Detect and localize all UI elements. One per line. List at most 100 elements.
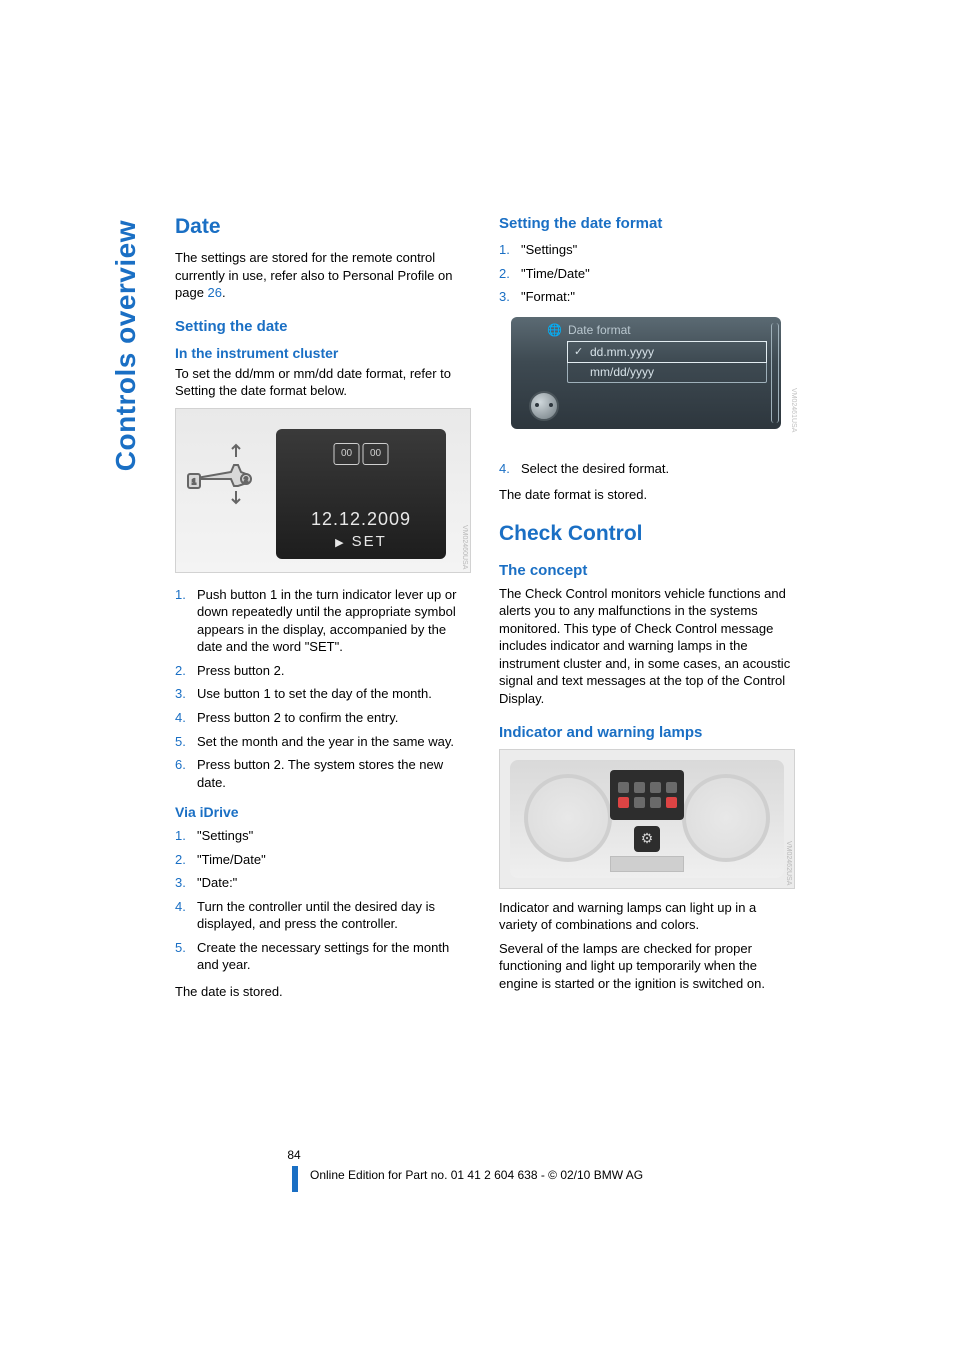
lamps-paragraph-1: Indicator and warning lamps can light up… bbox=[499, 899, 795, 934]
idrive-title-text: Date format bbox=[568, 323, 631, 337]
gauge-left-icon bbox=[524, 774, 612, 862]
idrive-screen-title: 🌐 Date format bbox=[547, 323, 631, 337]
gauge-right-icon bbox=[682, 774, 770, 862]
heading-date: Date bbox=[175, 215, 471, 239]
svg-text:1: 1 bbox=[192, 479, 196, 486]
warning-lamp-icon bbox=[666, 797, 677, 808]
steps-instrument-cluster: 1. Push button 1 in the turn indicator le… bbox=[175, 583, 471, 794]
step-number: 4. bbox=[499, 460, 510, 478]
figure-idrive-date-format: 🌐 Date format ✓ dd.mm.yyyy mm/dd/yyyy bbox=[499, 317, 795, 447]
heading-setting-date-format: Setting the date format bbox=[499, 215, 795, 232]
turn-signal-stalk-icon: 1 2 bbox=[186, 449, 266, 499]
step-text: Push button 1 in the turn indicator leve… bbox=[197, 587, 456, 655]
step-number: 1. bbox=[499, 241, 510, 259]
list-item: 6. Press button 2. The system stores the … bbox=[175, 753, 471, 794]
engine-warning-icon: ⚙ bbox=[634, 826, 660, 852]
list-item: 3. Use button 1 to set the day of the mon… bbox=[175, 682, 471, 706]
heading-indicator-lamps: Indicator and warning lamps bbox=[499, 724, 795, 741]
step-number: 1. bbox=[175, 586, 186, 604]
intro-text-post: . bbox=[222, 285, 226, 300]
step-number: 5. bbox=[175, 733, 186, 751]
step-text: Turn the controller until the desired da… bbox=[197, 899, 435, 932]
display-icon-left: 00 bbox=[334, 443, 360, 465]
idrive-option-text: mm/dd/yyyy bbox=[590, 365, 654, 379]
display-set-label: SET bbox=[352, 533, 387, 550]
step-number: 4. bbox=[175, 898, 186, 916]
warning-lamp-icon bbox=[650, 782, 661, 793]
step-number: 6. bbox=[175, 756, 186, 774]
heading-the-concept: The concept bbox=[499, 562, 795, 579]
step-number: 2. bbox=[175, 662, 186, 680]
warning-lamp-panel bbox=[610, 770, 684, 820]
step-text: "Format:" bbox=[521, 289, 575, 304]
figure-warning-lamps: ⚙ VM02462USA bbox=[499, 749, 795, 889]
list-item: 1. "Settings" bbox=[175, 824, 471, 848]
idrive-controller-icon bbox=[529, 391, 559, 421]
cluster-display: 00 00 12.12.2009 ▶SET bbox=[276, 429, 446, 559]
step-text: "Settings" bbox=[197, 828, 253, 843]
warning-lamp-icon bbox=[650, 797, 661, 808]
play-triangle-icon: ▶ bbox=[335, 537, 345, 549]
idrive-option-selected: ✓ dd.mm.yyyy bbox=[567, 341, 767, 363]
list-item: 2. "Time/Date" bbox=[499, 262, 795, 286]
list-item: 2. Press button 2. bbox=[175, 659, 471, 683]
steps-date-format: 1. "Settings" 2. "Time/Date" 3. "Format:" bbox=[499, 238, 795, 309]
steps-via-idrive: 1. "Settings" 2. "Time/Date" 3. "Date:" 4. T… bbox=[175, 824, 471, 977]
heading-setting-the-date: Setting the date bbox=[175, 318, 471, 335]
list-item: 5. Create the necessary settings for the … bbox=[175, 936, 471, 977]
step-text: "Time/Date" bbox=[521, 266, 590, 281]
steps-date-format-cont: 4. Select the desired format. bbox=[499, 457, 795, 481]
idrive-scroll-edge bbox=[771, 323, 779, 423]
date-stored-note: The date is stored. bbox=[175, 983, 471, 1001]
step-text: Press button 2 to confirm the entry. bbox=[197, 710, 398, 725]
list-item: 3. "Date:" bbox=[175, 871, 471, 895]
globe-icon: 🌐 bbox=[547, 323, 562, 337]
step-text: "Settings" bbox=[521, 242, 577, 257]
step-number: 5. bbox=[175, 939, 186, 957]
intro-paragraph: The settings are stored for the remote c… bbox=[175, 249, 471, 302]
heading-via-idrive: Via iDrive bbox=[175, 804, 471, 820]
warning-lamp-icon bbox=[618, 797, 629, 808]
concept-paragraph: The Check Control monitors vehicle funct… bbox=[499, 585, 795, 708]
instrument-note: To set the dd/mm or mm/dd date format, r… bbox=[175, 365, 471, 400]
lamps-paragraph-2: Several of the lamps are checked for pro… bbox=[499, 940, 795, 993]
step-text: Set the month and the year in the same w… bbox=[197, 734, 454, 749]
footer-copyright: Online Edition for Part no. 01 41 2 604 … bbox=[310, 1168, 643, 1182]
step-number: 2. bbox=[175, 851, 186, 869]
page-number: 84 bbox=[280, 1148, 308, 1162]
step-text: Press button 2. bbox=[197, 663, 284, 678]
figure-caption: VM02461USA bbox=[790, 388, 797, 432]
step-number: 1. bbox=[175, 827, 186, 845]
list-item: 4. Turn the controller until the desired … bbox=[175, 895, 471, 936]
warning-lamp-icon bbox=[634, 782, 645, 793]
figure-instrument-cluster: 1 2 00 00 12.12.2 bbox=[175, 408, 471, 573]
figure-caption: VM02462USA bbox=[785, 841, 792, 885]
idrive-screen: 🌐 Date format ✓ dd.mm.yyyy mm/dd/yyyy bbox=[511, 317, 781, 429]
dashboard: ⚙ bbox=[510, 760, 784, 878]
warning-lamp-icon bbox=[666, 782, 677, 793]
warning-lamp-icon bbox=[634, 797, 645, 808]
page-link-26[interactable]: 26 bbox=[208, 285, 222, 300]
step-number: 3. bbox=[175, 874, 186, 892]
warning-lamp-icon bbox=[618, 782, 629, 793]
step-number: 2. bbox=[499, 265, 510, 283]
footer-accent-bar bbox=[292, 1166, 298, 1192]
idrive-option: mm/dd/yyyy bbox=[568, 362, 766, 382]
check-icon: ✓ bbox=[574, 345, 583, 358]
step-number: 3. bbox=[499, 288, 510, 306]
step-text: Use button 1 to set the day of the month… bbox=[197, 686, 432, 701]
heading-check-control: Check Control bbox=[499, 522, 795, 546]
idrive-menu: ✓ dd.mm.yyyy mm/dd/yyyy bbox=[567, 341, 767, 383]
step-number: 4. bbox=[175, 709, 186, 727]
step-text: Create the necessary settings for the mo… bbox=[197, 940, 449, 973]
step-text: "Time/Date" bbox=[197, 852, 266, 867]
list-item: 4. Press button 2 to confirm the entry. bbox=[175, 706, 471, 730]
display-set-row: ▶ SET bbox=[276, 533, 446, 550]
display-icon-right: 00 bbox=[363, 443, 389, 465]
step-number: 3. bbox=[175, 685, 186, 703]
list-item: 5. Set the month and the year in the same… bbox=[175, 730, 471, 754]
step-text: Press button 2. The system stores the ne… bbox=[197, 757, 443, 790]
step-text: "Date:" bbox=[197, 875, 237, 890]
list-item: 2. "Time/Date" bbox=[175, 848, 471, 872]
step-text: Select the desired format. bbox=[521, 461, 669, 476]
